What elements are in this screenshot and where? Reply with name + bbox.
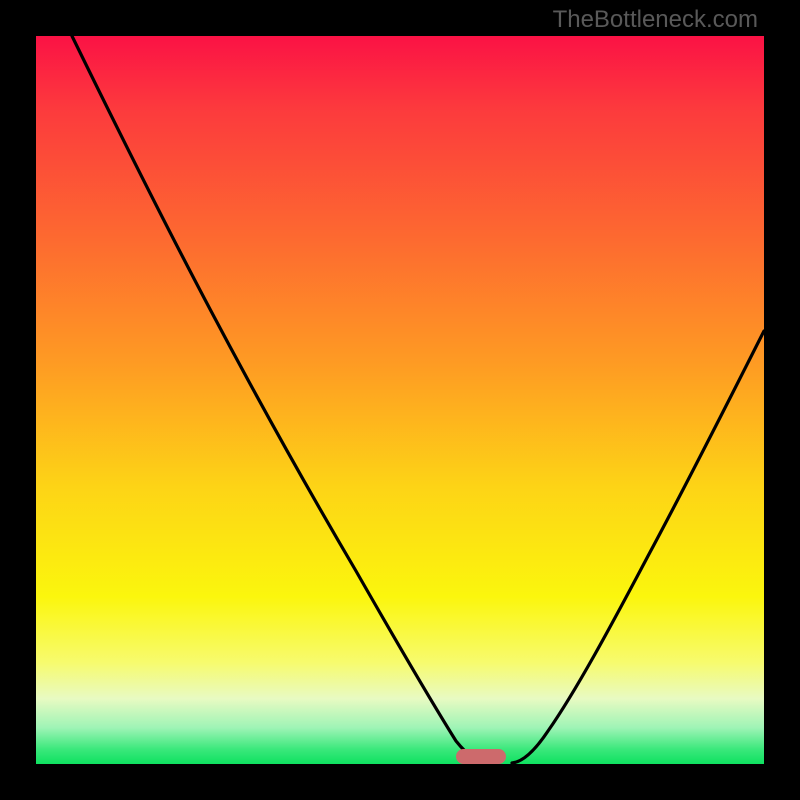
- plot-area: [36, 36, 764, 764]
- curve-left: [72, 36, 488, 763]
- chart-frame: TheBottleneck.com: [0, 0, 800, 800]
- curve-right: [512, 331, 764, 763]
- optimum-marker: [456, 749, 506, 764]
- watermark-text: TheBottleneck.com: [553, 6, 758, 34]
- bottleneck-curve: [36, 36, 764, 764]
